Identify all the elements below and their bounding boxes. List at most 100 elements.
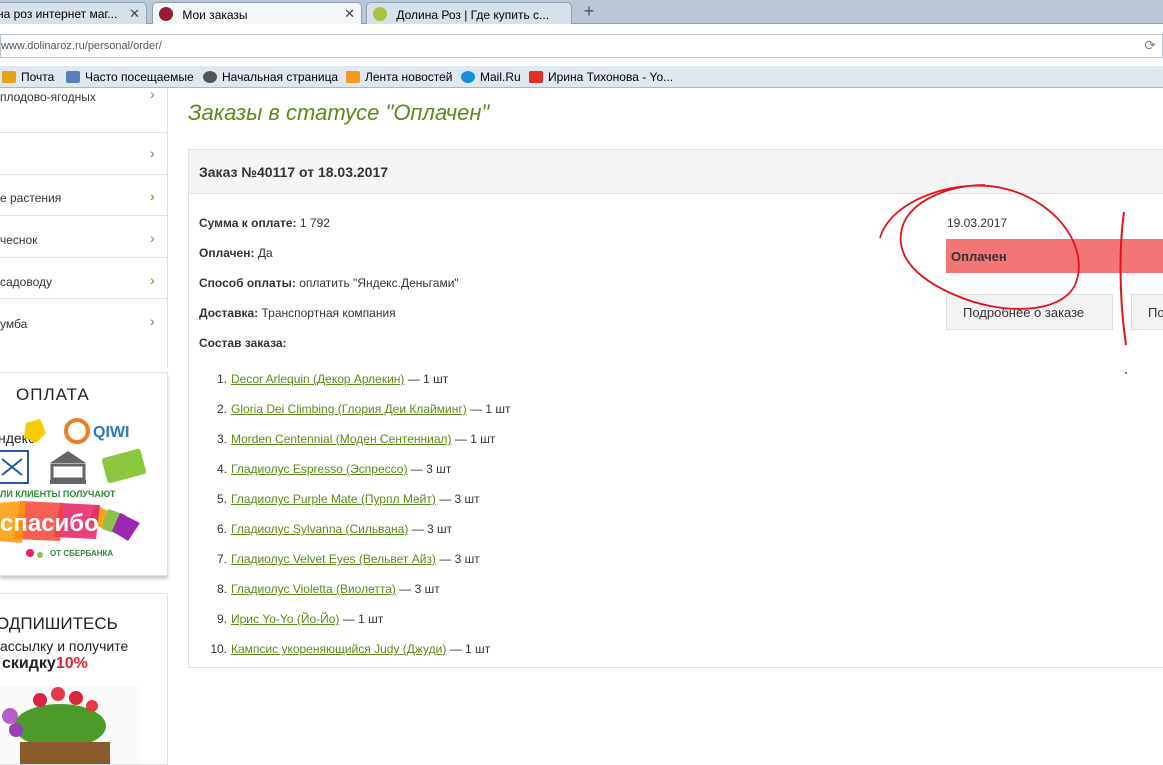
- flower-pot-image: [0, 686, 140, 764]
- order-payment-method: Способ оплаты: оплатить "Яндекс.Деньгами…: [199, 276, 459, 290]
- chevron-right-icon: ›: [150, 313, 155, 329]
- product-link[interactable]: Decor Arlequin (Декор Арлекин): [231, 372, 404, 386]
- product-link[interactable]: Гладиолус Espresso (Эспрессо): [231, 462, 407, 476]
- item-number: 6.: [216, 522, 227, 536]
- reload-icon[interactable]: ⟳: [1144, 37, 1156, 54]
- payment-logos-graphic: ндекс QIWI ЛИ КЛИЕНТЫ ПОЛУЧАЮТ спасибо О…: [0, 418, 147, 558]
- product-link[interactable]: Gloria Dei Climbing (Глория Деи Клайминг…: [231, 402, 467, 416]
- post-logo-icon: [0, 450, 29, 484]
- item-number: 4.: [216, 462, 227, 476]
- product-link[interactable]: Гладиолус Velvet Eyes (Вельвет Айз): [231, 552, 436, 566]
- list-item: 7. Гладиолус Velvet Eyes (Вельвет Айз) — …: [199, 552, 480, 566]
- bookmark-youtube[interactable]: Ирина Тихонова - Yo...: [529, 70, 673, 84]
- item-quantity: — 3 шт: [439, 552, 480, 566]
- sidebar-item-label: чеснок: [0, 233, 38, 247]
- product-link[interactable]: Кампсис укореняющийся Judy (Джуди): [231, 642, 446, 656]
- item-number: 5.: [216, 492, 227, 506]
- bank-card-icon: [101, 448, 147, 484]
- item-quantity: — 1 шт: [454, 432, 496, 446]
- subscribe-text: ассылку и получите: [0, 638, 129, 654]
- bookmark-mailru[interactable]: Mail.Ru: [461, 70, 521, 84]
- chevron-right-icon: ›: [150, 272, 155, 288]
- item-number: 2.: [216, 402, 227, 416]
- subscribe-discount: скидку10%: [2, 655, 88, 673]
- bookmark-news-feed[interactable]: Лента новостей: [346, 70, 453, 84]
- bank-icon: [50, 451, 86, 463]
- sidebar-item-label: плодово-ягодных: [0, 90, 96, 104]
- sidebar-item-plants[interactable]: е растения ›: [0, 175, 168, 216]
- sidebar-item-gardener[interactable]: садоводу ›: [0, 258, 168, 299]
- order-card: Заказ №40117 от 18.03.2017 Сумма к оплат…: [188, 149, 1163, 668]
- product-link[interactable]: Гладиолус Sylvanna (Сильвана): [231, 522, 408, 536]
- item-number: 1.: [216, 372, 227, 386]
- order-details-button[interactable]: Подробнее о заказе: [946, 294, 1113, 330]
- item-quantity: — 3 шт: [411, 522, 453, 536]
- bookmark-label: Начальная страница: [222, 70, 339, 84]
- new-tab-button[interactable]: +: [578, 1, 600, 23]
- discount-value: 10%: [55, 655, 88, 672]
- order-sum: Сумма к оплате: 1 792: [199, 216, 330, 230]
- list-item: 6. Гладиолус Sylvanna (Сильвана) — 3 шт: [199, 522, 452, 536]
- chevron-right-icon: ›: [150, 86, 155, 102]
- bookmark-home-page[interactable]: Начальная страница: [203, 70, 338, 84]
- sberbank-text: ОТ СБЕРБАНКА: [50, 549, 113, 558]
- bookmark-mail[interactable]: Почта: [2, 70, 54, 84]
- rose-favicon-icon: [159, 7, 173, 21]
- mailru-icon: [461, 71, 475, 83]
- tab-label: на роз интернет маг...: [0, 7, 118, 21]
- close-tab-icon[interactable]: ✕: [344, 6, 355, 22]
- list-item: 2. Gloria Dei Climbing (Глория Деи Клайми…: [199, 402, 511, 416]
- sidebar-item-2[interactable]: ›: [0, 133, 168, 175]
- delivery-label: Доставка:: [199, 306, 259, 320]
- product-link[interactable]: Morden Centennial (Моден Сентенниал): [231, 432, 452, 446]
- close-tab-icon[interactable]: ✕: [129, 6, 140, 22]
- rss-icon: [346, 71, 360, 83]
- list-item: 10. Кампсис укореняющийся Judy (Джуди) — …: [199, 642, 490, 656]
- globe-icon: [203, 71, 217, 83]
- bookmarks-bar: Почта Часто посещаемые Начальная страниц…: [0, 66, 1163, 88]
- subscribe-banner[interactable]: ОДПИШИТЕСЬ ассылку и получите скидку10%: [0, 593, 168, 765]
- item-number: 10.: [210, 642, 227, 656]
- paid-value: Да: [257, 246, 273, 260]
- sidebar-item-label: садоводу: [0, 275, 53, 289]
- qiwi-logo-icon: [64, 418, 90, 444]
- bookmark-most-visited[interactable]: Часто посещаемые: [66, 70, 194, 84]
- item-quantity: — 1 шт: [342, 612, 384, 626]
- address-bar[interactable]: www.dolinaroz.ru/personal/order/ ⟳: [0, 34, 1163, 58]
- delivery-value: Транспортная компания: [261, 306, 396, 320]
- sum-value: 1 792: [299, 216, 330, 230]
- product-link[interactable]: Ирис Yo-Yo (Йо-Йо): [231, 612, 339, 626]
- page-title: Заказы в статусе "Оплачен": [188, 100, 490, 125]
- bookmark-label: Mail.Ru: [480, 70, 521, 84]
- item-number: 8.: [216, 582, 227, 596]
- second-action-button[interactable]: По: [1131, 294, 1163, 330]
- list-item: 8. Гладиолус Violetta (Виолетта) — 3 шт: [199, 582, 440, 596]
- list-item: 1. Decor Arlequin (Декор Арлекин) — 1 шт: [199, 372, 448, 386]
- contents-label: Состав заказа:: [199, 336, 287, 350]
- discount-prefix: скидку: [2, 655, 56, 672]
- item-quantity: — 1 шт: [449, 642, 491, 656]
- payment-method-label: Способ оплаты:: [199, 276, 296, 290]
- url-text: www.dolinaroz.ru/personal/order/: [1, 40, 162, 52]
- sidebar-item-fruit[interactable]: плодово-ягодных ›: [0, 86, 168, 133]
- payment-methods-banner[interactable]: ОПЛАТА ндекс QIWI ЛИ КЛИЕНТЫ ПОЛУЧАЮТ сп…: [0, 372, 168, 576]
- item-quantity: — 3 шт: [439, 492, 480, 506]
- product-link[interactable]: Гладиолус Purple Mate (Пурпл Мейт): [231, 492, 436, 506]
- item-number: 3.: [216, 432, 227, 446]
- order-title: Заказ №40117 от 18.03.2017: [199, 164, 389, 180]
- sidebar-item-flowerbed[interactable]: умба ›: [0, 299, 168, 341]
- bookmark-label: Часто посещаемые: [85, 70, 194, 84]
- tab-dolina-roz-shop[interactable]: на роз интернет маг... ✕: [0, 2, 147, 24]
- chevron-right-icon: ›: [150, 145, 155, 161]
- sidebar-item-garlic[interactable]: чеснок ›: [0, 216, 168, 258]
- list-item: 9. Ирис Yo-Yo (Йо-Йо) — 1 шт: [199, 612, 383, 626]
- payment-method-value: оплатить "Яндекс.Деньгами": [299, 276, 459, 290]
- product-link[interactable]: Гладиолус Violetta (Виолетта): [231, 582, 396, 596]
- spasibo-logo: спасибо: [0, 510, 99, 537]
- tab-my-orders[interactable]: Мои заказы ✕: [152, 2, 362, 24]
- sum-label: Сумма к оплате:: [199, 216, 297, 230]
- subscribe-title: ОДПИШИТЕСЬ: [0, 614, 118, 633]
- list-item: 3. Morden Centennial (Моден Сентенниал) —…: [199, 432, 495, 446]
- tab-where-to-buy[interactable]: Долина Роз | Где купить с...: [366, 2, 572, 24]
- tab-label: Мои заказы: [182, 8, 248, 22]
